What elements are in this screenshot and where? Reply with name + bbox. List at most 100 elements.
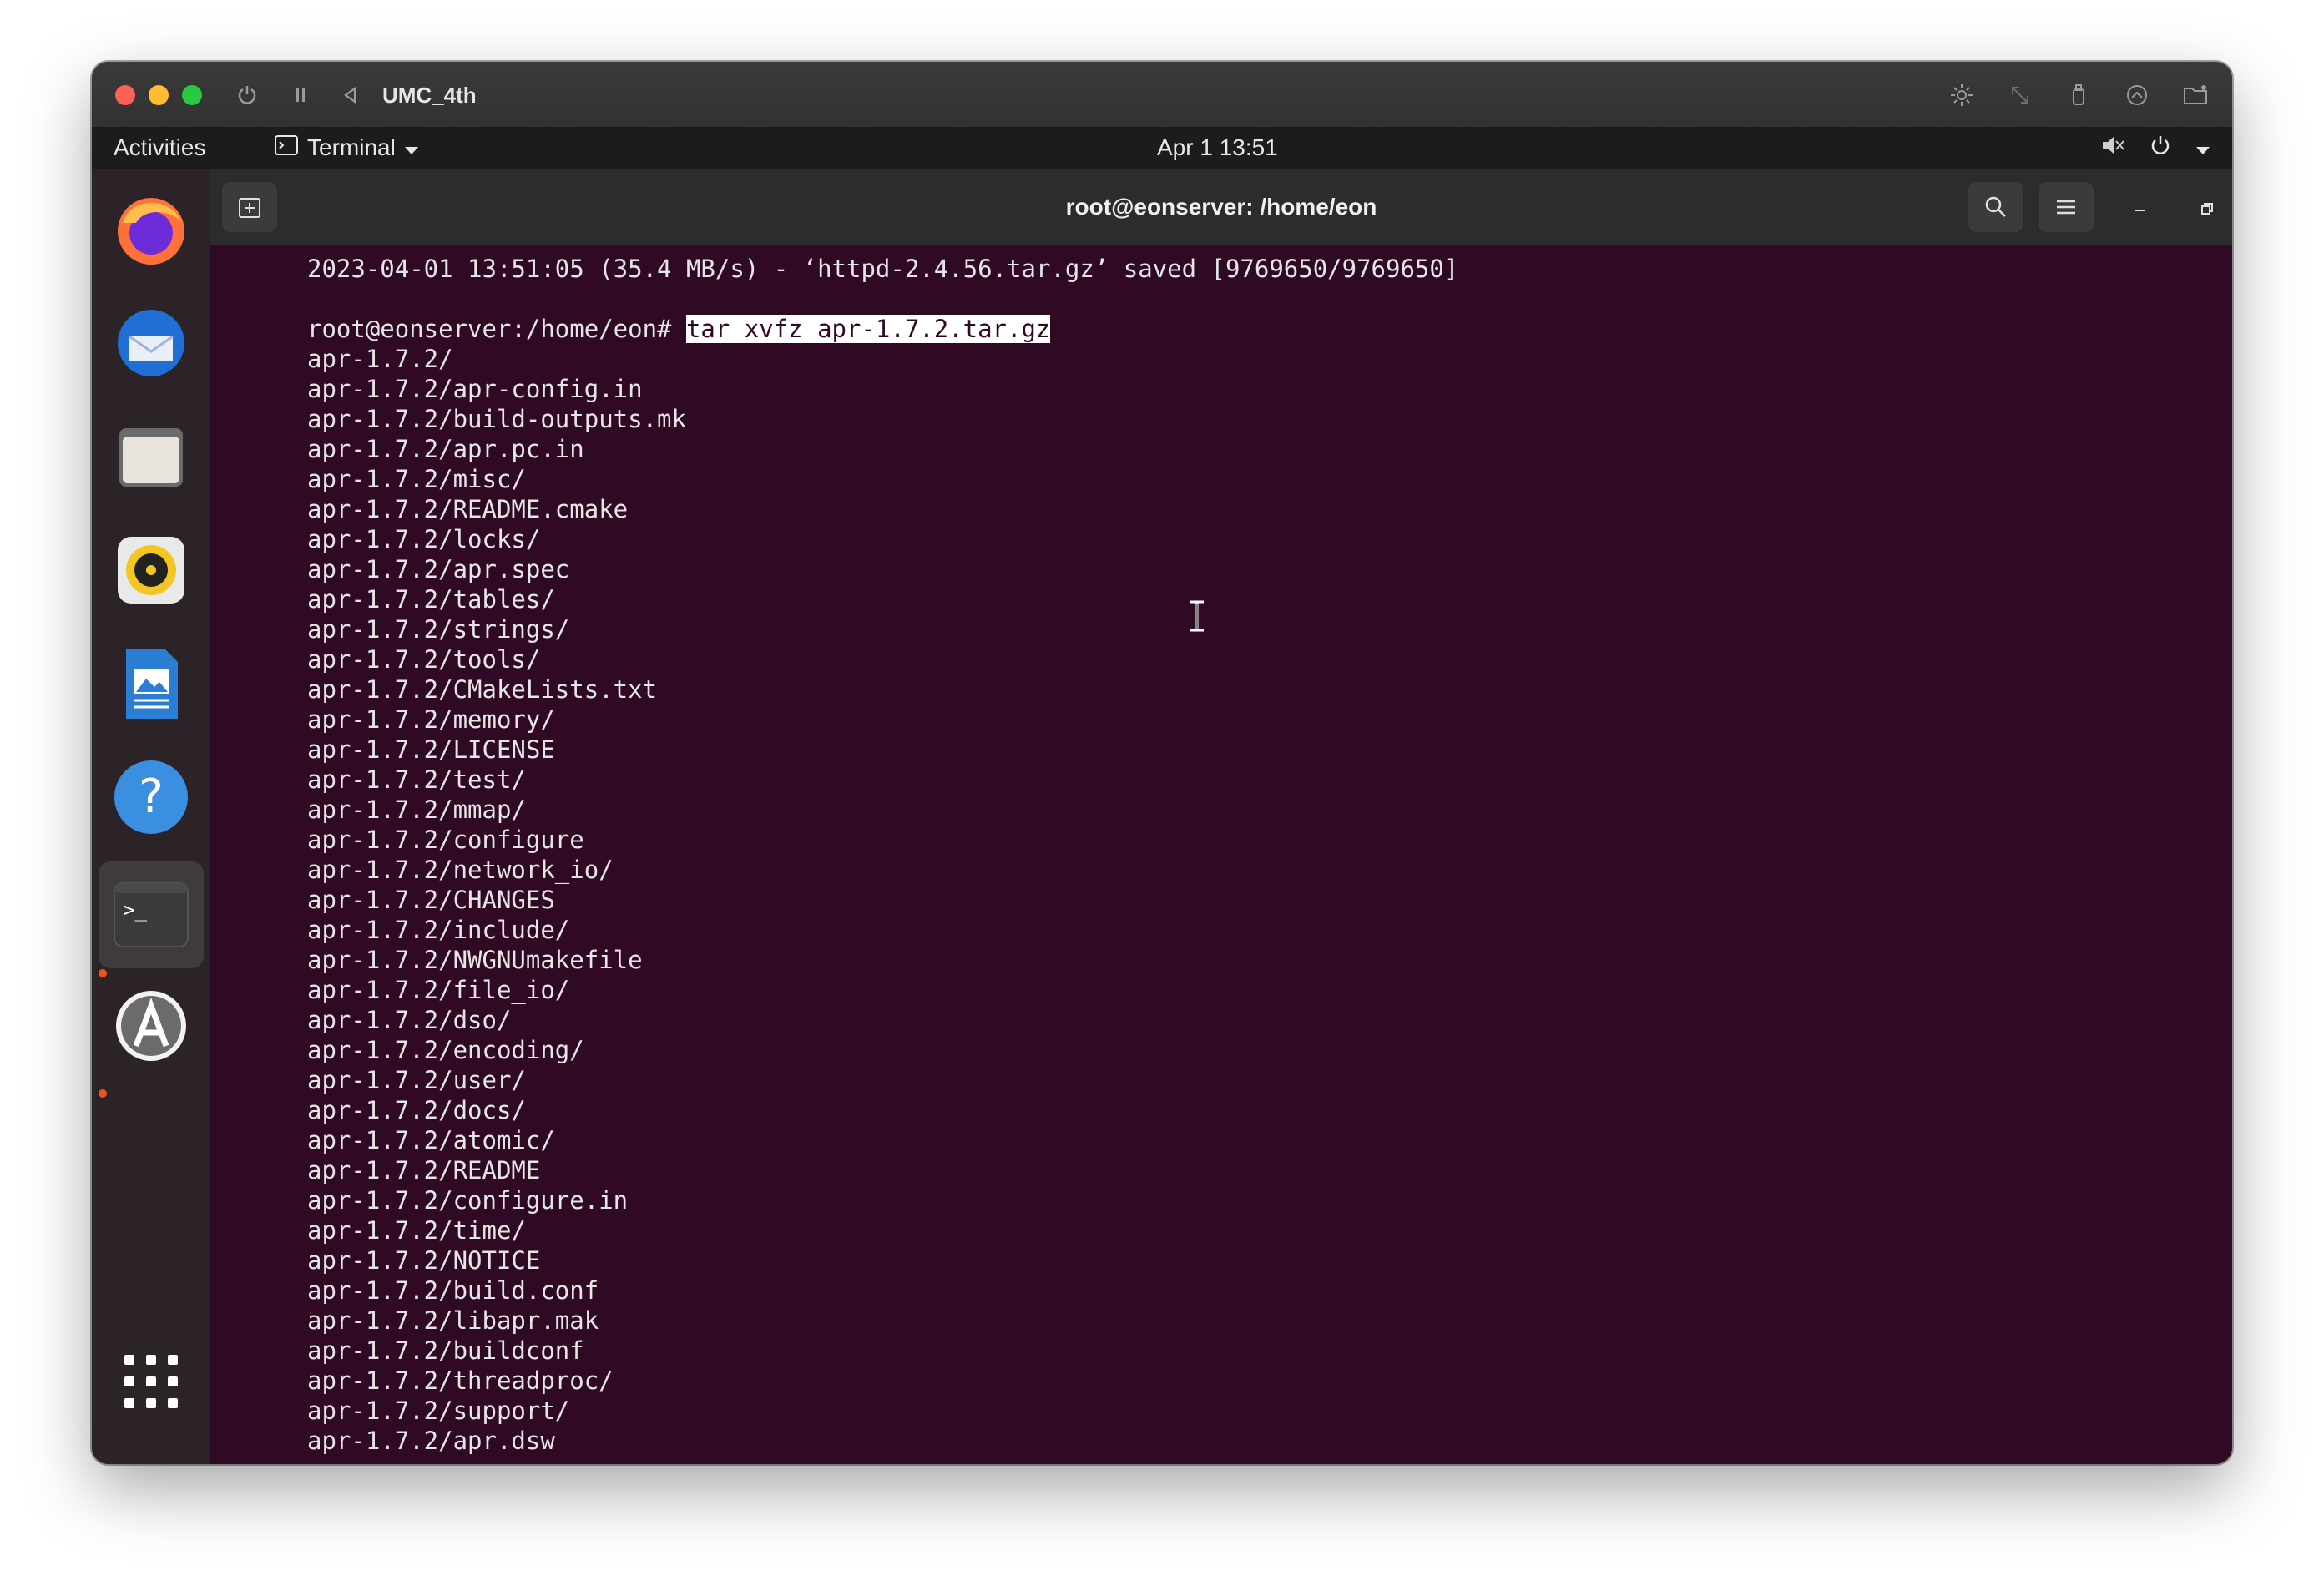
output-line: apr-1.7.2/locks/ <box>307 525 541 553</box>
menu-button[interactable] <box>2039 182 2094 232</box>
minimize-window-button[interactable] <box>149 85 169 105</box>
output-line: apr-1.7.2/apr-config.in <box>307 375 643 403</box>
output-line: apr-1.7.2/apr.dsw <box>307 1427 555 1455</box>
output-line: apr-1.7.2/README <box>307 1156 541 1184</box>
output-line: apr-1.7.2/tables/ <box>307 585 555 614</box>
output-line: apr-1.7.2/dso/ <box>307 1006 512 1034</box>
grid-icon <box>124 1355 178 1408</box>
output-line: apr-1.7.2/buildconf <box>307 1336 584 1365</box>
svg-text:>_: >_ <box>123 898 147 922</box>
resize-icon[interactable] <box>2003 78 2037 112</box>
files-icon <box>119 428 183 487</box>
terminal-app-icon <box>274 134 299 162</box>
terminal-headerbar[interactable]: root@eonserver: /home/eon <box>210 169 2232 246</box>
gnome-top-bar: Activities Terminal Apr 1 13:51 <box>92 127 2232 169</box>
close-window-button[interactable] <box>115 85 135 105</box>
dock-item-files[interactable] <box>107 412 195 501</box>
terminal-line: 2023-04-01 13:51:05 (35.4 MB/s) - ‘httpd… <box>307 255 1459 283</box>
dock-item-help[interactable]: ? <box>107 753 195 841</box>
output-line: apr-1.7.2/NWGNUmakefile <box>307 946 643 974</box>
help-icon: ? <box>114 760 188 834</box>
zoom-window-button[interactable] <box>182 85 202 105</box>
output-line: apr-1.7.2/build-outputs.mk <box>307 405 686 433</box>
search-icon <box>1985 196 2006 217</box>
output-line: apr-1.7.2/libapr.mak <box>307 1306 599 1335</box>
svg-text:?: ? <box>139 770 164 824</box>
power-icon[interactable] <box>2149 134 2172 163</box>
output-line: apr-1.7.2/include/ <box>307 916 570 944</box>
prompt-line: root@eonserver:/home/eon# tar xvfz apr-1… <box>307 314 1051 344</box>
output-line: apr-1.7.2/strings/ <box>307 615 570 644</box>
running-indicator <box>99 1089 107 1098</box>
terminal-title: root@eonserver: /home/eon <box>1065 194 1377 220</box>
terminal-icon: >_ <box>114 882 189 947</box>
app-menu-label: Terminal <box>307 134 396 160</box>
prompt: root@eonserver:/home/eon# <box>307 315 686 343</box>
restore-button[interactable] <box>2190 192 2224 225</box>
output-line: apr-1.7.2/apr.spec <box>307 555 570 583</box>
output-line: apr-1.7.2/CMakeLists.txt <box>307 675 658 704</box>
output-line: apr-1.7.2/CHANGES <box>307 886 555 914</box>
dock-item-rhythmbox[interactable] <box>107 526 195 614</box>
output-line: apr-1.7.2/apr.pc.in <box>307 435 584 463</box>
chevron-down-icon <box>404 134 419 161</box>
running-indicator <box>99 969 107 977</box>
output-line: apr-1.7.2/tools/ <box>307 645 541 674</box>
terminal-window: root@eonserver: /home/eon 2023-04-01 13:… <box>210 169 2232 1464</box>
dock-item-software[interactable] <box>107 982 195 1070</box>
output-line: apr-1.7.2/configure <box>307 826 584 854</box>
output-line: apr-1.7.2/LICENSE <box>307 735 555 764</box>
search-button[interactable] <box>1968 182 2023 232</box>
output-line: apr-1.7.2/README.cmake <box>307 495 629 523</box>
output-line: apr-1.7.2/mmap/ <box>307 796 526 824</box>
output-line: apr-1.7.2/build.conf <box>307 1276 599 1305</box>
app-menu[interactable]: Terminal <box>274 127 419 169</box>
output-line: apr-1.7.2/test/ <box>307 765 526 794</box>
output-line: apr-1.7.2/memory/ <box>307 705 555 734</box>
text-cursor-icon <box>1187 599 1207 633</box>
output-line: apr-1.7.2/atomic/ <box>307 1126 555 1154</box>
software-icon <box>116 991 186 1061</box>
system-tray[interactable] <box>2100 127 2210 169</box>
activities-button[interactable]: Activities <box>114 127 205 169</box>
output-line: apr-1.7.2/time/ <box>307 1216 526 1245</box>
dock-item-terminal[interactable]: >_ <box>99 861 204 968</box>
output-line: apr-1.7.2/NOTICE <box>307 1246 541 1275</box>
usb-icon[interactable] <box>2062 78 2095 112</box>
brightness-icon[interactable] <box>1945 78 1978 112</box>
output-line: apr-1.7.2/file_io/ <box>307 976 570 1004</box>
hamburger-icon <box>2057 200 2075 215</box>
terminal-output[interactable]: 2023-04-01 13:51:05 (35.4 MB/s) - ‘httpd… <box>210 245 2232 1464</box>
pause-icon[interactable] <box>284 78 317 112</box>
output-line: apr-1.7.2/user/ <box>307 1066 526 1094</box>
thunderbird-icon <box>118 310 184 376</box>
clock[interactable]: Apr 1 13:51 <box>1157 127 1278 169</box>
writer-icon <box>126 649 178 719</box>
restore-icon <box>2201 203 2213 215</box>
output-line: apr-1.7.2/configure.in <box>307 1186 629 1215</box>
sound-icon[interactable] <box>2120 78 2154 112</box>
vm-title: UMC_4th <box>382 83 477 108</box>
output-line: apr-1.7.2/threadproc/ <box>307 1366 614 1395</box>
selected-command: tar xvfz apr-1.7.2.tar.gz <box>685 315 1051 343</box>
output-line: apr-1.7.2/network_io/ <box>307 856 614 884</box>
dock-item-firefox[interactable] <box>107 185 195 274</box>
rhythmbox-icon <box>118 537 184 604</box>
dock-item-thunderbird[interactable] <box>107 299 195 387</box>
chevron-down-icon[interactable] <box>2195 134 2210 161</box>
power-icon[interactable] <box>230 78 264 112</box>
minimize-icon <box>2135 210 2145 211</box>
dock: ? >_ <box>92 169 210 1464</box>
output-line: apr-1.7.2/misc/ <box>307 465 526 493</box>
output-line: apr-1.7.2/docs/ <box>307 1096 526 1124</box>
minimize-button[interactable] <box>2124 192 2157 225</box>
folder-icon[interactable] <box>2179 78 2212 112</box>
firefox-icon <box>118 198 184 265</box>
output-line: apr-1.7.2/encoding/ <box>307 1036 584 1064</box>
dock-item-writer[interactable] <box>107 639 195 728</box>
dock-item-show-apps[interactable] <box>107 1337 195 1426</box>
output-line: apr-1.7.2/support/ <box>307 1397 570 1425</box>
host-titlebar: UMC_4th <box>92 62 2232 129</box>
volume-muted-icon[interactable] <box>2100 134 2125 163</box>
back-icon[interactable] <box>334 78 367 112</box>
